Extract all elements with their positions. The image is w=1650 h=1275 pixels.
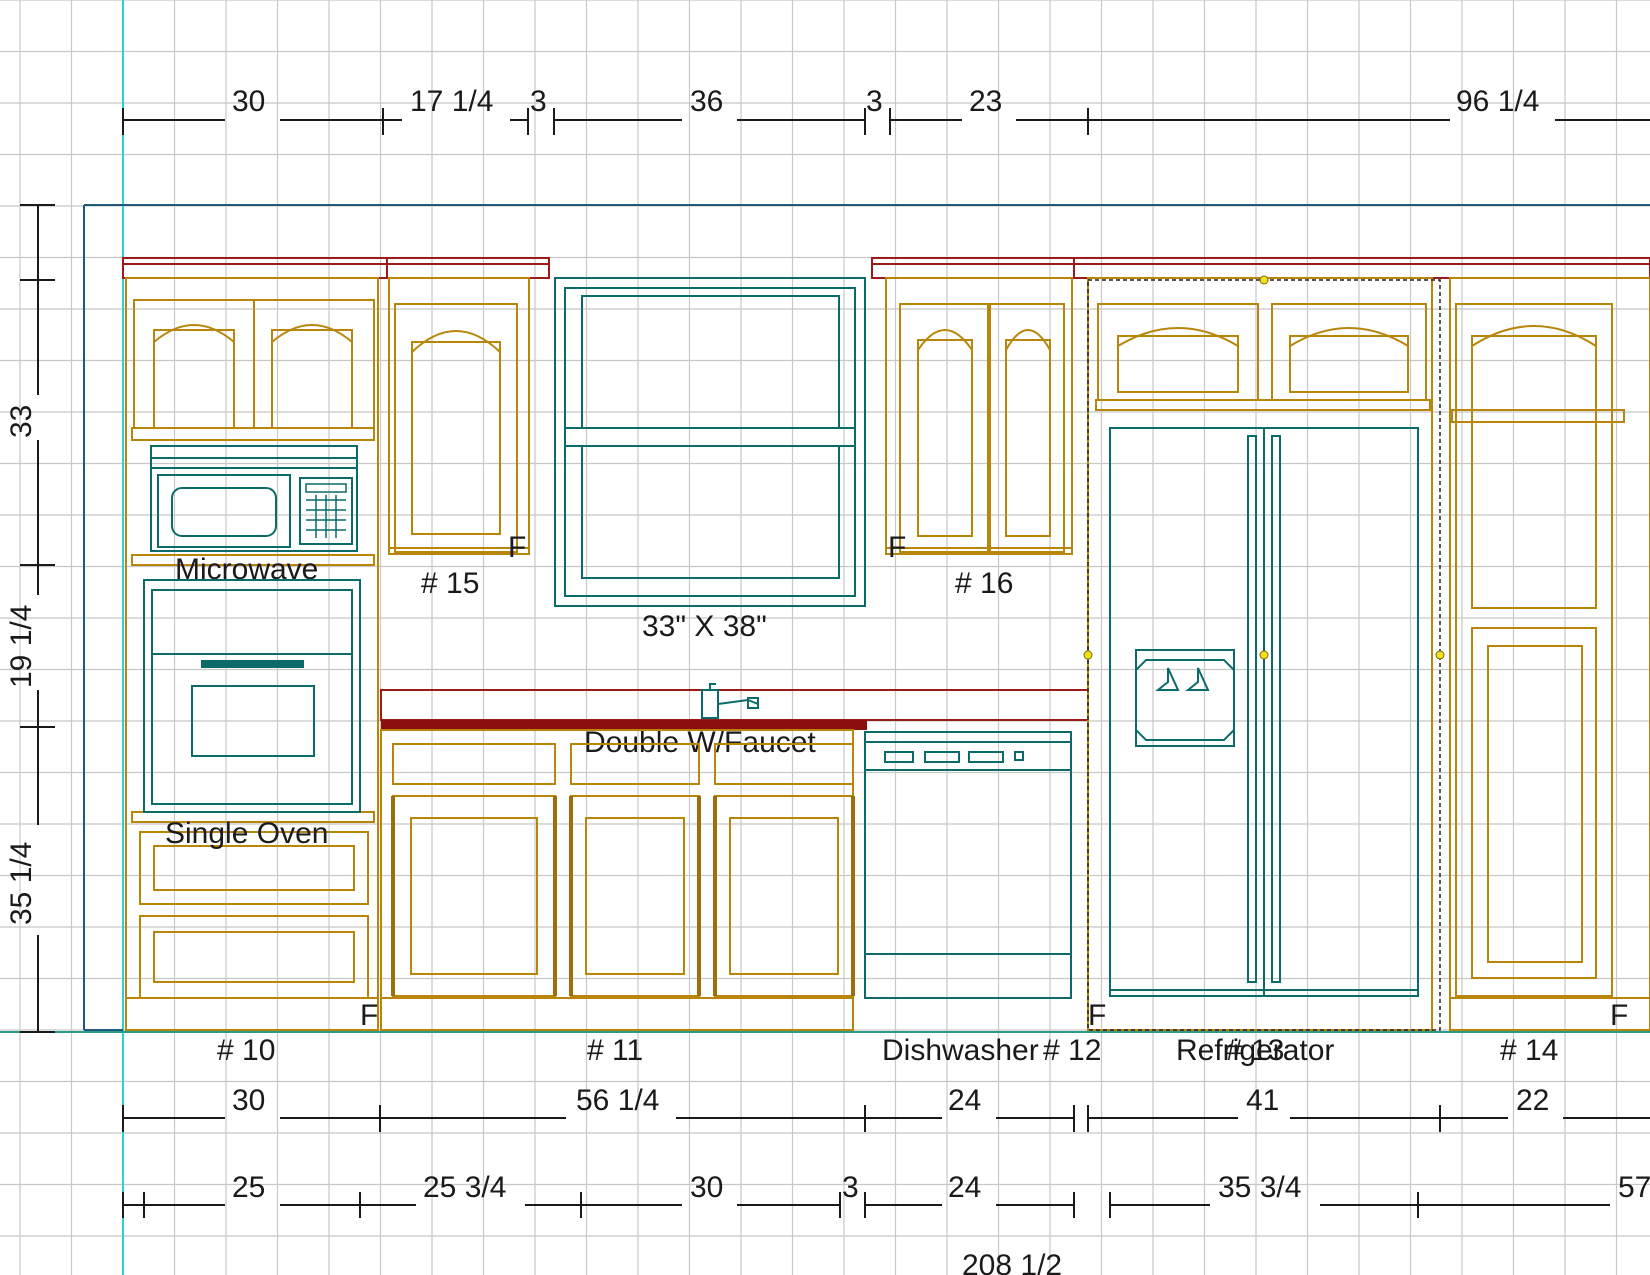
cabinet-11-stiles [391,796,855,996]
filler-marker: F [1088,999,1106,1032]
dim-bottom2-7: 57 [1618,1171,1650,1204]
top-dimension-row [122,108,1650,135]
filler-marker: F [360,999,378,1032]
dim-top-6: 23 [969,85,1002,118]
bottom-dimension-row-2 [122,1192,1610,1218]
cabinet-number-13: # 13 [1226,1034,1284,1067]
window-size-label: 33" X 38" [642,610,767,643]
dim-left-3: 35 1/4 [5,842,38,925]
dim-top-7: 96 1/4 [1456,85,1539,118]
dim-bottom2-6: 35 3/4 [1218,1171,1301,1204]
single-oven-label: Single Oven [165,817,328,850]
dim-bottom2-1: 25 [232,1171,265,1204]
dim-total-width: 208 1/2 [962,1249,1062,1275]
dim-top-1: 30 [232,85,265,118]
dim-bottom1-3: 24 [948,1084,981,1117]
dim-bottom2-5: 24 [948,1171,981,1204]
cabinet-number-12: # 12 [1043,1034,1101,1067]
microwave-label: Microwave [175,553,318,586]
dim-bottom2-4: 3 [842,1171,859,1204]
bottom-dimension-row-1 [122,1105,1650,1132]
cabinet-number-16: # 16 [955,567,1013,600]
cabinet-number-14: # 14 [1500,1034,1558,1067]
dim-left-1: 33 [5,405,38,438]
cabinet-11[interactable] [380,729,854,1031]
cabinet-15[interactable] [388,277,530,555]
cabinet-number-10: # 10 [217,1034,275,1067]
bottom-dimension-row-1-labels: 30 56 1/4 24 41 22 [232,1084,1549,1117]
dim-top-2: 17 1/4 [410,85,493,118]
dim-top-3: 3 [530,85,547,118]
single-oven-appliance[interactable] [143,579,361,813]
oven-handle [201,660,304,668]
microwave-appliance[interactable] [150,445,358,552]
filler-marker: F [508,531,526,564]
refrigerator-appliance[interactable] [1109,427,1419,997]
cabinet-number-15: # 15 [421,567,479,600]
dim-left-2: 19 1/4 [5,605,38,688]
cabinet-16[interactable] [885,277,1073,555]
dishwasher-label: Dishwasher [882,1034,1039,1067]
cabinet-14[interactable] [1449,277,1650,1031]
filler-marker: F [1610,999,1628,1032]
dim-top-4: 36 [690,85,723,118]
top-dimension-labels: 30 17 1/4 3 36 3 23 96 1/4 [232,85,1539,118]
filler-markers: F F F F F [360,531,1628,1032]
crown-moulding [122,257,1650,279]
filler-marker: F [888,531,906,564]
dim-bottom1-4: 41 [1246,1084,1279,1117]
dim-bottom1-5: 22 [1516,1084,1549,1117]
elevation-drawing[interactable]: 30 17 1/4 3 36 3 23 96 1/4 33 19 1/4 35 … [0,0,1650,1275]
countertop [380,689,1089,721]
dim-bottom1-1: 30 [232,1084,265,1117]
window[interactable] [554,277,866,607]
bottom-dimension-row-2-labels: 25 25 3/4 30 3 24 35 3/4 57 [232,1171,1650,1204]
dim-bottom2-3: 30 [690,1171,723,1204]
left-dimension-labels: 33 19 1/4 35 1/4 [5,405,38,925]
dim-bottom1-2: 56 1/4 [576,1084,659,1117]
cabinet-number-11: # 11 [587,1034,643,1067]
dim-bottom2-2: 25 3/4 [423,1171,506,1204]
dim-top-5: 3 [866,85,883,118]
